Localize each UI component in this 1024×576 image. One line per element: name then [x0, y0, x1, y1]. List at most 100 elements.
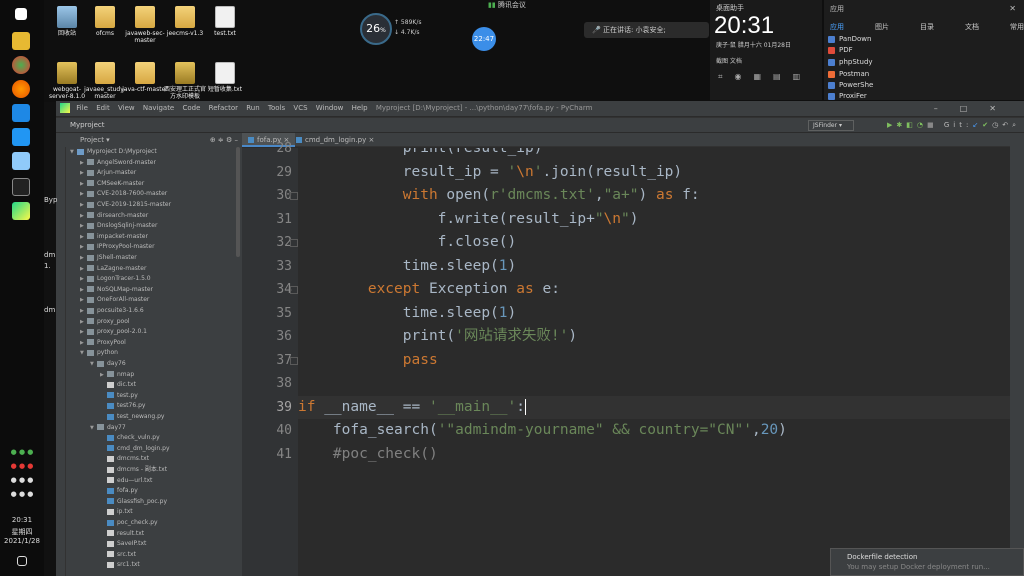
tree-item[interactable]: ▶ CMSeeK-master	[80, 179, 144, 190]
menu-view[interactable]: View	[118, 104, 135, 112]
maximize-icon[interactable]: □	[960, 104, 984, 113]
tree-item[interactable]: src.txt	[100, 550, 136, 561]
tree-item[interactable]: ▶ AngelSword-master	[80, 158, 156, 169]
right-tool-strip[interactable]	[1010, 133, 1024, 576]
tab-docs[interactable]: 文档	[965, 22, 979, 32]
code-line[interactable]: except Exception as e:	[298, 278, 560, 302]
breadcrumb[interactable]: Myproject	[70, 121, 104, 129]
search-result[interactable]: phpStudy	[828, 58, 873, 66]
tree-item[interactable]: ▶ DnslogSqlinj-master	[80, 221, 157, 232]
code-line[interactable]: with open(r'dmcms.txt',"a+") as f:	[298, 184, 700, 208]
history-icon[interactable]: ◷	[992, 121, 1002, 129]
desktop-icon-collect-txt[interactable]: 短暂收集.txt	[202, 62, 248, 93]
expand-arrow-icon[interactable]: ▶	[80, 179, 87, 190]
coverage-icon[interactable]: ◧	[906, 121, 917, 129]
chrome-icon[interactable]	[12, 56, 30, 74]
expand-arrow-icon[interactable]: ▶	[80, 295, 87, 306]
tree-item[interactable]: dmcms - 副本.txt	[100, 465, 167, 476]
code-line[interactable]: #poc_check()	[298, 443, 438, 467]
menu-navigate[interactable]: Navigate	[143, 104, 174, 112]
expand-arrow-icon[interactable]: ▶	[80, 200, 87, 211]
tree-item[interactable]: ip.txt	[100, 507, 133, 518]
tree-item[interactable]: ▶ pocsuite3-1.6.6	[80, 306, 144, 317]
tab-common[interactable]: 常用	[1010, 22, 1024, 32]
fold-marker-icon[interactable]	[290, 239, 298, 247]
tree-item[interactable]: ▶ LogonTracer-1.5.0	[80, 274, 151, 285]
minimize-icon[interactable]: –	[934, 104, 954, 113]
run-config-select[interactable]: JSFinder ▾	[808, 120, 854, 131]
expand-arrow-icon[interactable]: ▶	[80, 221, 87, 232]
expand-arrow-icon[interactable]: ▶	[80, 253, 87, 264]
tree-item[interactable]: ▶ IPProxyPool-master	[80, 242, 155, 253]
tree-item[interactable]: ▶ Arjun-master	[80, 168, 136, 179]
tree-item[interactable]: ▶ OneForAll-master	[80, 295, 149, 306]
app2-icon[interactable]	[12, 152, 30, 170]
tool-window-strip[interactable]	[56, 133, 66, 576]
menu-help[interactable]: Help	[352, 104, 368, 112]
notification-toast[interactable]: Dockerfile detection You may setup Docke…	[830, 548, 1024, 576]
close-icon[interactable]: ✕	[1009, 4, 1016, 13]
expand-arrow-icon[interactable]: ▼	[80, 348, 87, 359]
tree-item[interactable]: Glassfish_poc.py	[100, 497, 167, 508]
windows-start-icon[interactable]	[15, 8, 27, 20]
code-line[interactable]: f.close()	[298, 231, 517, 255]
git-commit-icon[interactable]: ✔	[982, 121, 992, 129]
tree-item[interactable]: ▼ Myproject D:\Myproject	[70, 147, 157, 158]
tree-item[interactable]: ▶ dirsearch-master	[80, 211, 148, 222]
code-line[interactable]: if __name__ == '__main__':	[298, 396, 527, 420]
tree-scrollbar[interactable]	[236, 147, 240, 257]
expand-arrow-icon[interactable]: ▶	[80, 285, 87, 296]
code-line[interactable]: time.sleep(1)	[298, 302, 517, 326]
code-line[interactable]: pass	[298, 349, 438, 373]
panel-shortcuts[interactable]: 截图 文档	[716, 56, 742, 65]
expand-arrow-icon[interactable]: ▶	[80, 274, 87, 285]
network-monitor[interactable]: 26%	[360, 13, 392, 45]
tree-item[interactable]: check_vuln.py	[100, 433, 160, 444]
tree-item[interactable]: ▶ CVE-2019-12815-master	[80, 200, 171, 211]
expand-arrow-icon[interactable]: ▼	[70, 147, 77, 158]
code-editor[interactable]: print(result_ip) result_ip = '\n'.join(r…	[298, 148, 1024, 576]
close-icon[interactable]: ✕	[989, 104, 1012, 113]
file-explorer-icon[interactable]	[12, 32, 30, 50]
expand-arrow-icon[interactable]: ▶	[80, 306, 87, 317]
tree-item[interactable]: fofa.py	[100, 486, 138, 497]
expand-arrow-icon[interactable]: ▶	[80, 158, 87, 169]
expand-arrow-icon[interactable]: ▼	[90, 423, 97, 434]
menu-code[interactable]: Code	[182, 104, 200, 112]
expand-arrow-icon[interactable]: ▼	[90, 359, 97, 370]
tray-icons-2[interactable]: ● ● ●	[0, 462, 44, 470]
tray-icons-3[interactable]: ● ● ●	[0, 476, 44, 484]
meeting-indicator[interactable]: ▮▮ 腾讯会议	[488, 0, 526, 10]
revert-icon[interactable]: ↶	[1002, 121, 1012, 129]
expand-arrow-icon[interactable]: ▶	[80, 327, 87, 338]
tree-item[interactable]: ▶ ProxyPool	[80, 338, 126, 349]
code-line[interactable]: print('网站请求失败!')	[298, 325, 577, 349]
expand-arrow-icon[interactable]: ▶	[100, 370, 107, 381]
floating-clock[interactable]: 22:47	[472, 27, 496, 51]
tree-item[interactable]: test_newang.py	[100, 412, 164, 423]
desktop-icon-test-txt[interactable]: test.txt	[202, 6, 248, 37]
expand-arrow-icon[interactable]: ▶	[80, 242, 87, 253]
menu-run[interactable]: Run	[246, 104, 259, 112]
menu-edit[interactable]: Edit	[96, 104, 110, 112]
pycharm-icon[interactable]	[12, 202, 30, 220]
tree-item[interactable]: ▶ CVE-2018-7600-master	[80, 189, 167, 200]
tray-icons-4[interactable]: ● ● ●	[0, 490, 44, 498]
menu-window[interactable]: Window	[316, 104, 344, 112]
app-icon[interactable]	[12, 104, 30, 122]
expand-arrow-icon[interactable]: ▶	[80, 338, 87, 349]
tree-item[interactable]: ▼ day76	[90, 359, 126, 370]
expand-arrow-icon[interactable]: ▶	[80, 168, 87, 179]
tree-item[interactable]: ▶ JShell-master	[80, 253, 137, 264]
menu-refactor[interactable]: Refactor	[209, 104, 238, 112]
tree-item[interactable]: SaveIP.txt	[100, 539, 146, 550]
notification-center-icon[interactable]	[17, 556, 27, 566]
tree-item[interactable]: edu—url.txt	[100, 476, 152, 487]
line-number-gutter[interactable]: 28 29 30 31 32 33 34 35 36 37 38 39 40 41	[242, 141, 298, 576]
tree-item[interactable]: result.txt	[100, 529, 144, 540]
tab-apps[interactable]: 应用	[830, 22, 844, 32]
expand-arrow-icon[interactable]: ▶	[80, 189, 87, 200]
code-line[interactable]: result_ip = '\n'.join(result_ip)	[298, 161, 682, 185]
code-line[interactable]: f.write(result_ip+"\n")	[298, 208, 639, 232]
taskbar-time[interactable]: 20:31	[0, 516, 44, 524]
